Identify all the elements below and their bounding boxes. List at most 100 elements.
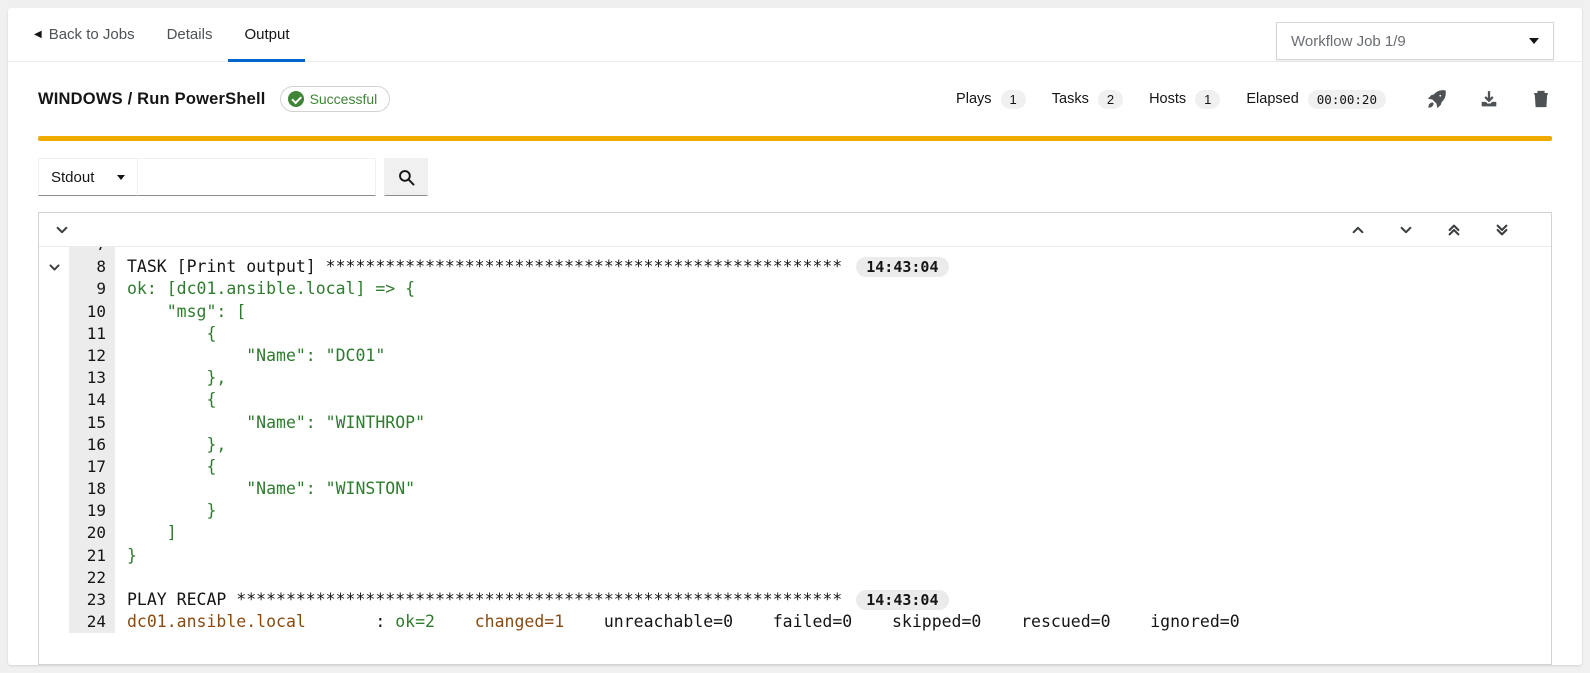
expand-spacer <box>39 301 69 323</box>
output-line: 9ok: [dc01.ansible.local] => { <box>39 278 1551 300</box>
line-number: 10 <box>69 301 115 323</box>
relaunch-rocket-icon[interactable] <box>1426 88 1448 110</box>
tab-output[interactable]: Output <box>228 8 305 61</box>
expand-spacer <box>39 323 69 345</box>
line-content: { <box>115 323 216 345</box>
line-number: 8 <box>69 256 115 278</box>
stdout-output[interactable]: 78TASK [Print output] ******************… <box>39 247 1551 664</box>
output-line: 21} <box>39 545 1551 567</box>
expand-spacer <box>39 434 69 456</box>
line-content: ok: [dc01.ansible.local] => { <box>115 278 415 300</box>
output-line: 23PLAY RECAP ***************************… <box>39 589 1551 611</box>
line-number: 24 <box>69 611 115 633</box>
stat-value-badge: 1 <box>1001 90 1026 109</box>
line-number: 18 <box>69 478 115 500</box>
line-number: 7 <box>69 247 115 256</box>
line-content: "Name": "WINSTON" <box>115 478 415 500</box>
expand-event-chevron-icon[interactable] <box>39 256 69 278</box>
search-button[interactable] <box>384 158 428 196</box>
tab-bar: ◀ Back to Jobs Details Output Workflow J… <box>8 8 1582 62</box>
output-line: 22 <box>39 567 1551 589</box>
output-line: 19 } <box>39 500 1551 522</box>
line-content: "Name": "DC01" <box>115 345 385 367</box>
page-title: WINDOWS / Run PowerShell <box>38 90 266 109</box>
line-number: 20 <box>69 522 115 544</box>
line-number: 9 <box>69 278 115 300</box>
line-content: dc01.ansible.local : ok=2 changed=1 unre… <box>115 611 1240 633</box>
line-number: 17 <box>69 456 115 478</box>
expand-spacer <box>39 500 69 522</box>
back-to-jobs-label: Back to Jobs <box>49 26 135 43</box>
line-content: } <box>115 545 137 567</box>
line-number: 12 <box>69 345 115 367</box>
line-content: "Name": "WINTHROP" <box>115 412 425 434</box>
delete-trash-icon[interactable] <box>1530 88 1552 110</box>
job-status-bar <box>38 136 1552 141</box>
output-line: 14 { <box>39 389 1551 411</box>
workflow-job-select-value: Workflow Job 1/9 <box>1291 33 1406 50</box>
line-number: 19 <box>69 500 115 522</box>
expand-spacer <box>39 367 69 389</box>
scroll-next-icon[interactable] <box>1397 221 1415 239</box>
scroll-last-icon[interactable] <box>1493 221 1511 239</box>
stdout-filter-select[interactable]: Stdout <box>38 158 138 196</box>
chevron-down-icon <box>117 175 125 180</box>
collapse-all-chevron-icon[interactable] <box>53 221 71 239</box>
output-controls: Stdout <box>38 158 1552 196</box>
back-caret-icon: ◀ <box>34 30 42 40</box>
expand-spacer <box>39 247 69 256</box>
output-line: 11 { <box>39 323 1551 345</box>
line-content: }, <box>115 434 226 456</box>
job-stats: Plays 1 Tasks 2 Hosts1 Elapsed 00:00:20 <box>956 90 1386 109</box>
job-output-page: ◀ Back to Jobs Details Output Workflow J… <box>8 8 1582 665</box>
line-content: { <box>115 456 216 478</box>
console-toolbar <box>39 213 1551 247</box>
expand-spacer <box>39 278 69 300</box>
line-content: { <box>115 389 216 411</box>
expand-spacer <box>39 389 69 411</box>
workflow-job-select[interactable]: Workflow Job 1/9 <box>1276 22 1554 60</box>
line-content: }, <box>115 367 226 389</box>
output-line: 12 "Name": "DC01" <box>39 345 1551 367</box>
output-line: 18 "Name": "WINSTON" <box>39 478 1551 500</box>
expand-spacer <box>39 456 69 478</box>
stat-plays: Plays 1 <box>956 90 1026 109</box>
stat-hosts: Hosts1 <box>1149 90 1220 109</box>
line-content: PLAY RECAP *****************************… <box>115 589 949 611</box>
stat-label: Elapsed <box>1246 91 1298 107</box>
line-number: 22 <box>69 567 115 589</box>
scroll-previous-icon[interactable] <box>1349 221 1367 239</box>
scroll-first-icon[interactable] <box>1445 221 1463 239</box>
stat-value-badge: 1 <box>1195 90 1220 109</box>
line-content: ] <box>115 522 177 544</box>
output-line: 7 <box>39 247 1551 256</box>
line-number: 14 <box>69 389 115 411</box>
back-to-jobs-link[interactable]: ◀ Back to Jobs <box>34 8 151 61</box>
output-line: 17 { <box>39 456 1551 478</box>
expand-spacer <box>39 611 69 633</box>
search-input[interactable] <box>138 158 376 196</box>
stat-value-badge: 2 <box>1098 90 1123 109</box>
line-number: 21 <box>69 545 115 567</box>
stat-value-badge: 00:00:20 <box>1308 90 1386 109</box>
line-content: } <box>115 500 216 522</box>
expand-spacer <box>39 545 69 567</box>
line-content: TASK [Print output] ********************… <box>115 256 949 278</box>
stat-label: Plays <box>956 91 991 107</box>
output-line: 16 }, <box>39 434 1551 456</box>
download-icon[interactable] <box>1478 88 1500 110</box>
expand-spacer <box>39 412 69 434</box>
status-badge-label: Successful <box>310 91 378 107</box>
expand-spacer <box>39 567 69 589</box>
line-number: 23 <box>69 589 115 611</box>
expand-spacer <box>39 589 69 611</box>
stdout-console: 78TASK [Print output] ******************… <box>38 212 1552 665</box>
success-check-icon <box>288 91 304 107</box>
stat-label: Tasks <box>1052 91 1089 107</box>
output-line: 20 ] <box>39 522 1551 544</box>
line-number: 11 <box>69 323 115 345</box>
line-content: "msg": [ <box>115 301 246 323</box>
chevron-down-icon <box>1529 38 1539 44</box>
line-number: 16 <box>69 434 115 456</box>
tab-details[interactable]: Details <box>151 8 229 61</box>
